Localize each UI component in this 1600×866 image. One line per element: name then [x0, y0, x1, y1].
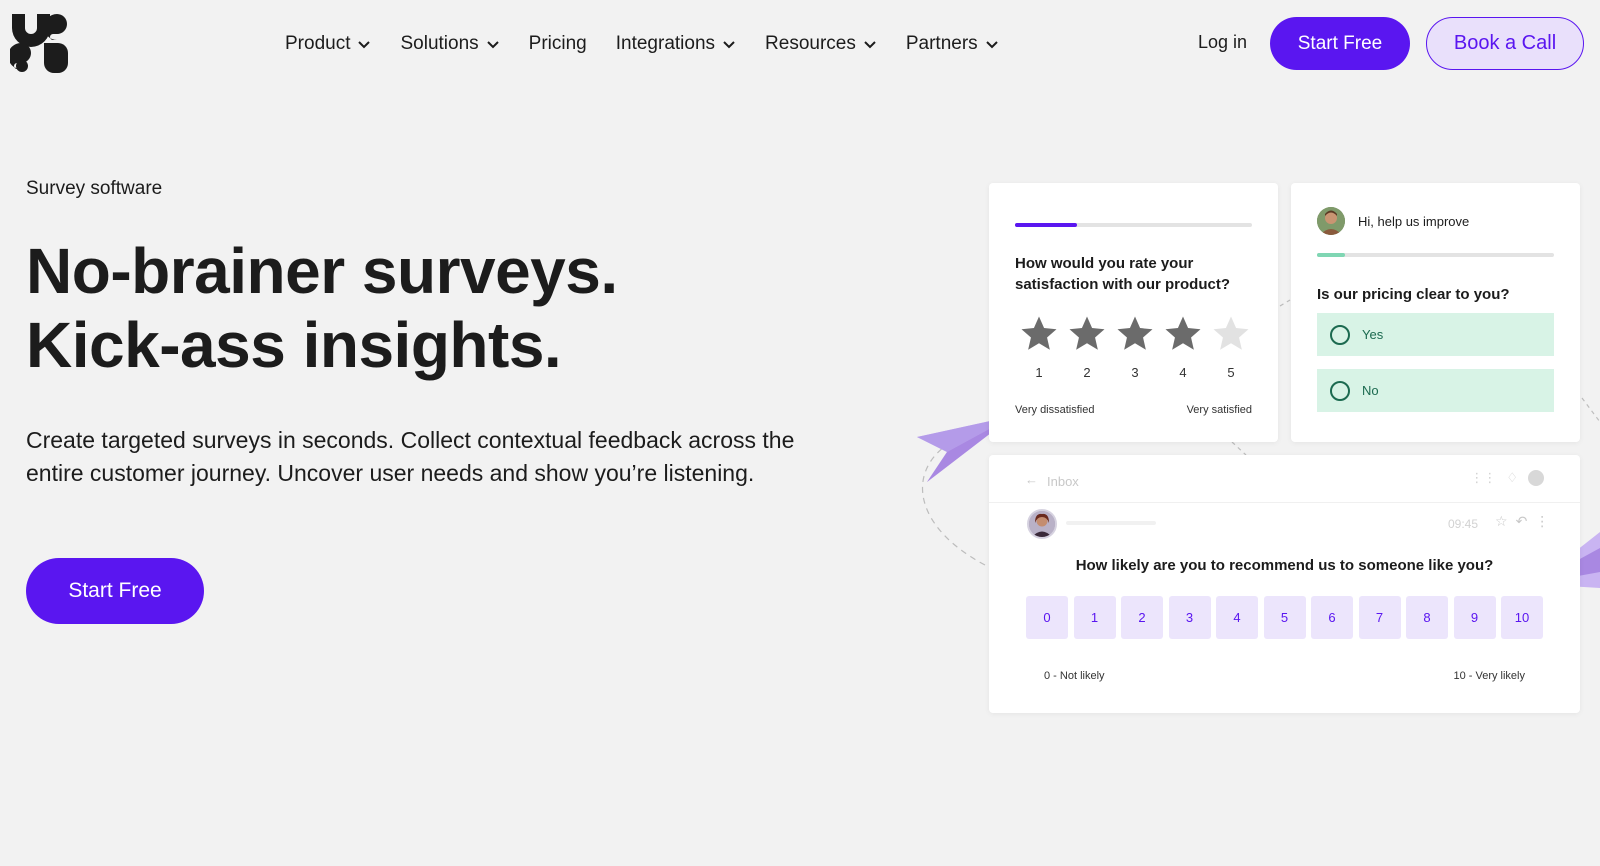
brand-logo[interactable] — [8, 10, 74, 74]
hero-headline: No-brainer surveys. Kick-ass insights. — [26, 234, 618, 382]
nps-option-7[interactable]: 7 — [1358, 596, 1401, 639]
nps-option-5[interactable]: 5 — [1263, 596, 1306, 639]
rating-high-label: Very satisfied — [1186, 404, 1252, 416]
nps-option-3[interactable]: 3 — [1168, 596, 1211, 639]
nav-partners-label: Partners — [905, 33, 978, 54]
login-link[interactable]: Log in — [1198, 32, 1247, 53]
chevron-down-icon — [985, 41, 998, 49]
nav-pricing[interactable]: Pricing — [529, 33, 587, 55]
star-icon — [1165, 316, 1201, 350]
nav-product-label: Product — [285, 33, 351, 54]
bell-icon[interactable]: ♢ — [1506, 470, 1518, 486]
nps-option-8[interactable]: 8 — [1406, 596, 1448, 639]
nav-pricing-label: Pricing — [528, 33, 587, 54]
inbox-toolbar: ⋮⋮ ♢ — [1460, 470, 1544, 486]
rating-question: How would you rate your satisfaction wit… — [1015, 255, 1231, 293]
profile-dot-icon[interactable] — [1528, 470, 1544, 486]
sender-placeholder-line — [1066, 521, 1156, 525]
nps-option-2[interactable]: 2 — [1121, 596, 1163, 639]
star-option-4[interactable]: 4 — [1159, 313, 1207, 380]
star-number: 1 — [1035, 365, 1043, 380]
star-option-2[interactable]: 2 — [1063, 313, 1111, 380]
nps-scale: 0 1 2 3 4 5 6 7 8 9 10 — [1026, 596, 1549, 639]
nav-solutions-label: Solutions — [400, 33, 479, 54]
pricing-question: Is our pricing clear to you? — [1317, 286, 1510, 303]
apps-grid-icon[interactable]: ⋮⋮ — [1470, 470, 1496, 486]
hero-eyebrow: Survey software — [26, 178, 163, 199]
rating-progress-fill — [1015, 223, 1077, 227]
nav-integrations-label: Integrations — [615, 33, 716, 54]
radio-button-icon — [1330, 324, 1350, 345]
more-vertical-icon[interactable]: ⋮ — [1535, 513, 1549, 530]
avatar — [1317, 207, 1345, 235]
pricing-progress-fill — [1317, 253, 1346, 257]
reply-icon[interactable]: ↶ — [1516, 513, 1528, 530]
option-no[interactable]: No — [1317, 369, 1554, 412]
star-number: 5 — [1227, 365, 1235, 380]
headline-line-1: No-brainer surveys. — [26, 235, 618, 307]
rating-survey-card: How would you rate your satisfaction wit… — [989, 183, 1278, 442]
chevron-down-icon — [358, 41, 371, 49]
nav-partners[interactable]: Partners — [906, 33, 999, 55]
nps-option-10[interactable]: 10 — [1501, 596, 1543, 639]
nav-solutions[interactable]: Solutions — [400, 33, 499, 55]
inbox-header: ← Inbox ⋮⋮ ♢ — [989, 455, 1580, 503]
star-outline-icon[interactable]: ☆ — [1495, 513, 1508, 530]
star-icon — [1213, 316, 1249, 350]
nps-question: How likely are you to recommend us to so… — [1075, 557, 1494, 574]
pricing-survey-card: Hi, help us improve Is our pricing clear… — [1291, 183, 1580, 442]
survicate-logo-icon — [8, 14, 68, 73]
option-yes[interactable]: Yes — [1317, 313, 1554, 356]
star-number: 3 — [1131, 365, 1139, 380]
radio-button-icon — [1330, 380, 1350, 401]
person-avatar-icon — [1317, 207, 1345, 235]
option-label: Yes — [1362, 327, 1384, 342]
headline-line-2: Kick-ass insights. — [26, 309, 562, 381]
back-arrow-icon[interactable]: ← — [1025, 472, 1038, 487]
nav-resources-label: Resources — [765, 33, 856, 54]
nps-email-card: ← Inbox ⋮⋮ ♢ 09:45 ☆ ↶ ⋮ How likely are … — [989, 455, 1580, 713]
star-number: 4 — [1179, 365, 1187, 380]
nps-high-label: 10 - Very likely — [1453, 670, 1525, 682]
inbox-label: Inbox — [1047, 474, 1079, 489]
star-option-1[interactable]: 1 — [1015, 313, 1063, 380]
avatar — [1027, 509, 1057, 539]
main-nav: Product Solutions Pricing Integrations R… — [285, 28, 1028, 60]
nps-option-1[interactable]: 1 — [1073, 596, 1116, 639]
star-icon — [1069, 316, 1105, 350]
star-icon — [1021, 316, 1057, 350]
chevron-down-icon — [864, 41, 876, 49]
nav-integrations[interactable]: Integrations — [616, 33, 736, 55]
option-label: No — [1362, 383, 1379, 398]
nps-option-0[interactable]: 0 — [1026, 596, 1068, 639]
email-actions: ☆ ↶ ⋮ — [1495, 513, 1557, 530]
book-call-button[interactable]: Book a Call — [1426, 17, 1584, 70]
hero-description: Create targeted surveys in seconds. Coll… — [26, 427, 795, 486]
pricing-greeting: Hi, help us improve — [1358, 214, 1470, 229]
star-rating: 1 2 3 4 5 — [1015, 313, 1255, 380]
email-time: 09:45 — [1448, 517, 1479, 531]
star-option-5[interactable]: 5 — [1207, 313, 1255, 380]
star-option-3[interactable]: 3 — [1111, 313, 1159, 380]
chevron-down-icon — [486, 41, 499, 49]
star-number: 2 — [1083, 365, 1091, 380]
chevron-down-icon — [723, 41, 735, 49]
nps-option-4[interactable]: 4 — [1216, 596, 1258, 639]
rating-low-label: Very dissatisfied — [1015, 404, 1095, 416]
rating-progress-bar — [1015, 223, 1252, 227]
nps-option-6[interactable]: 6 — [1311, 596, 1353, 639]
pricing-progress-bar — [1317, 253, 1554, 257]
person-avatar-icon — [1029, 511, 1055, 537]
nav-product[interactable]: Product — [285, 33, 371, 55]
nps-low-label: 0 - Not likely — [1044, 670, 1105, 682]
start-free-button[interactable]: Start Free — [1270, 17, 1410, 70]
nav-resources[interactable]: Resources — [765, 33, 877, 55]
nps-option-9[interactable]: 9 — [1453, 596, 1496, 639]
star-icon — [1117, 316, 1153, 350]
hero-start-free-button[interactable]: Start Free — [26, 558, 204, 624]
